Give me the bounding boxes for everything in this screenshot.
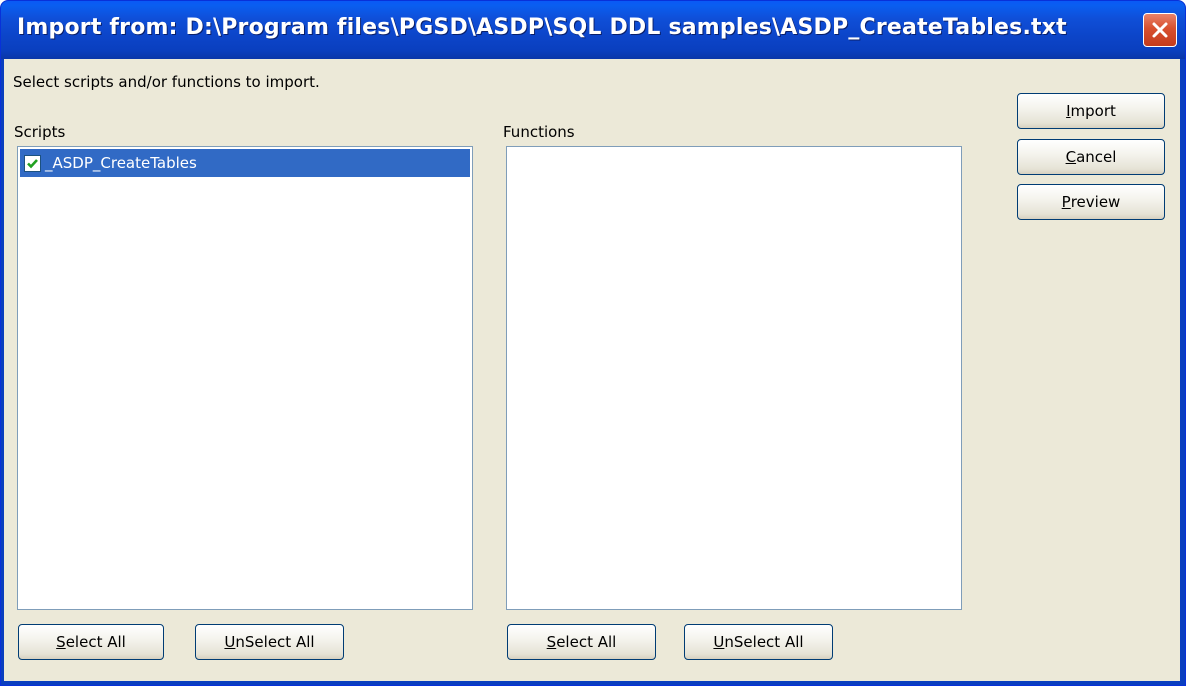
cancel-label: ancel <box>1076 148 1117 166</box>
scripts-unselect-all-button[interactable]: UnSelect All <box>195 624 344 660</box>
unselect-all-label: nSelect All <box>235 633 315 651</box>
preview-mnemonic: P <box>1061 193 1071 211</box>
instructions-text: Select scripts and/or functions to impor… <box>13 73 320 91</box>
list-item-asdp-createtables[interactable]: _ASDP_CreateTables <box>20 149 470 177</box>
functions-listbox[interactable] <box>506 146 962 610</box>
functions-label: Functions <box>503 123 575 141</box>
unselect-all-mnemonic: U <box>713 633 725 651</box>
scripts-select-all-button[interactable]: Select All <box>18 624 164 660</box>
functions-select-all-button[interactable]: Select All <box>507 624 656 660</box>
dialog-client-area: Select scripts and/or functions to impor… <box>4 59 1180 681</box>
unselect-all-mnemonic: U <box>224 633 236 651</box>
cancel-mnemonic: C <box>1065 148 1077 166</box>
import-label: mport <box>1070 102 1116 120</box>
list-item-label: _ASDP_CreateTables <box>45 154 197 172</box>
unselect-all-label: nSelect All <box>724 633 804 651</box>
item-checkbox[interactable] <box>24 154 41 172</box>
close-icon <box>1152 22 1168 38</box>
title-bar[interactable]: Import from: D:\Program files\PGSD\ASDP\… <box>1 1 1185 59</box>
preview-label: review <box>1070 193 1121 211</box>
cancel-button[interactable]: Cancel <box>1017 139 1165 175</box>
functions-unselect-all-button[interactable]: UnSelect All <box>684 624 833 660</box>
checkmark-icon <box>27 158 38 168</box>
import-dialog: Import from: D:\Program files\PGSD\ASDP\… <box>0 0 1186 686</box>
select-all-mnemonic: S <box>56 633 66 651</box>
scripts-label: Scripts <box>14 123 66 141</box>
import-button[interactable]: Import <box>1017 93 1165 129</box>
select-all-label: elect All <box>65 633 126 651</box>
select-all-label: elect All <box>556 633 617 651</box>
scripts-listbox[interactable]: _ASDP_CreateTables <box>17 146 473 610</box>
preview-button[interactable]: Preview <box>1017 184 1165 220</box>
select-all-mnemonic: S <box>546 633 557 651</box>
close-button[interactable] <box>1143 13 1177 47</box>
window-title: Import from: D:\Program files\PGSD\ASDP\… <box>17 15 1067 40</box>
